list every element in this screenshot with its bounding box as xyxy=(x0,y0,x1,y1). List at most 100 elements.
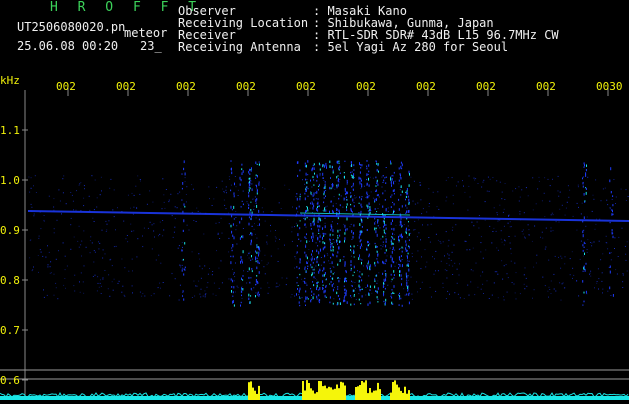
noise-speck xyxy=(200,288,202,290)
noise-speck xyxy=(501,260,503,262)
burst-speck xyxy=(311,253,312,256)
noise-speck xyxy=(83,230,85,232)
burst-speck xyxy=(323,275,325,277)
noise-speck xyxy=(93,250,95,252)
burst-speck xyxy=(392,303,394,305)
burst-speck xyxy=(182,229,184,232)
burst-speck xyxy=(350,263,352,267)
noise-speck xyxy=(561,257,563,259)
burst-speck xyxy=(331,184,333,188)
noise-speck xyxy=(360,187,362,189)
meteor-count: 23_ xyxy=(140,39,162,53)
noise-speck xyxy=(511,282,513,283)
y-tick-0-8: 0.8 xyxy=(0,274,20,287)
burst-speck xyxy=(316,249,318,253)
noise-speck xyxy=(407,225,409,227)
burst-speck xyxy=(296,293,297,296)
burst-speck xyxy=(377,301,379,303)
burst-speck xyxy=(351,280,352,282)
noise-speck xyxy=(222,188,224,190)
noise-speck xyxy=(53,228,55,230)
noise-speck xyxy=(204,265,206,267)
burst-speck xyxy=(609,252,611,254)
noise-speck xyxy=(339,278,341,280)
noise-speck xyxy=(429,286,431,288)
level-burst xyxy=(308,383,310,400)
noise-speck xyxy=(111,281,113,283)
burst-speck xyxy=(401,277,403,280)
burst-speck xyxy=(242,203,244,206)
noise-speck xyxy=(98,248,100,250)
noise-speck xyxy=(209,268,210,269)
noise-speck xyxy=(355,298,357,300)
noise-speck xyxy=(99,194,101,196)
noise-speck xyxy=(59,200,61,202)
burst-speck xyxy=(583,241,585,245)
burst-speck xyxy=(316,190,318,194)
burst-speck xyxy=(366,248,368,251)
burst-speck xyxy=(377,260,379,264)
burst-speck xyxy=(313,293,315,296)
noise-speck xyxy=(89,240,91,242)
burst-speck xyxy=(311,257,313,260)
burst-speck xyxy=(325,195,326,197)
burst-speck xyxy=(382,260,384,264)
burst-speck xyxy=(582,182,584,185)
burst-speck xyxy=(375,227,377,230)
burst-speck xyxy=(324,165,325,168)
noise-speck xyxy=(435,290,437,292)
noise-speck xyxy=(497,220,499,222)
burst-speck xyxy=(583,300,585,303)
burst-speck xyxy=(307,195,309,197)
noise-speck xyxy=(197,210,199,212)
burst-speck xyxy=(405,204,407,207)
noise-speck xyxy=(159,221,161,223)
burst-speck xyxy=(361,230,363,233)
burst-speck xyxy=(332,234,334,236)
noise-speck xyxy=(552,214,554,216)
burst-speck xyxy=(257,246,259,249)
burst-speck xyxy=(332,253,334,256)
noise-speck xyxy=(457,181,459,183)
noise-speck xyxy=(277,261,279,262)
burst-speck xyxy=(232,295,234,297)
noise-speck xyxy=(357,245,359,246)
burst-speck xyxy=(407,290,409,292)
burst-speck xyxy=(296,224,298,227)
noise-speck xyxy=(84,188,85,190)
noise-speck xyxy=(589,272,591,274)
burst-speck xyxy=(361,186,363,188)
burst-speck xyxy=(317,220,319,223)
level-burst xyxy=(318,381,320,400)
burst-speck xyxy=(344,291,346,294)
noise-speck xyxy=(569,258,571,260)
noise-speck xyxy=(422,224,423,226)
burst-speck xyxy=(298,205,300,208)
noise-speck xyxy=(49,266,51,268)
burst-speck xyxy=(314,172,315,175)
noise-speck xyxy=(154,236,155,238)
noise-speck xyxy=(615,269,617,271)
burst-speck xyxy=(330,187,332,190)
noise-speck xyxy=(361,246,363,247)
noise-speck xyxy=(142,235,143,237)
noise-speck xyxy=(622,281,624,283)
burst-speck xyxy=(392,189,394,192)
noise-speck xyxy=(469,249,471,251)
burst-speck xyxy=(241,261,243,264)
burst-speck xyxy=(311,299,313,301)
burst-speck xyxy=(400,161,402,164)
noise-speck xyxy=(514,235,516,237)
noise-speck xyxy=(492,177,494,179)
noise-speck xyxy=(503,225,505,227)
burst-speck xyxy=(408,198,410,202)
noise-speck xyxy=(519,213,521,215)
noise-speck xyxy=(442,282,444,284)
noise-speck xyxy=(468,185,470,187)
burst-speck xyxy=(346,209,348,211)
burst-speck xyxy=(408,245,410,249)
burst-speck xyxy=(297,288,298,290)
burst-speck xyxy=(353,295,355,297)
noise-speck xyxy=(38,237,40,239)
noise-speck xyxy=(253,228,255,230)
